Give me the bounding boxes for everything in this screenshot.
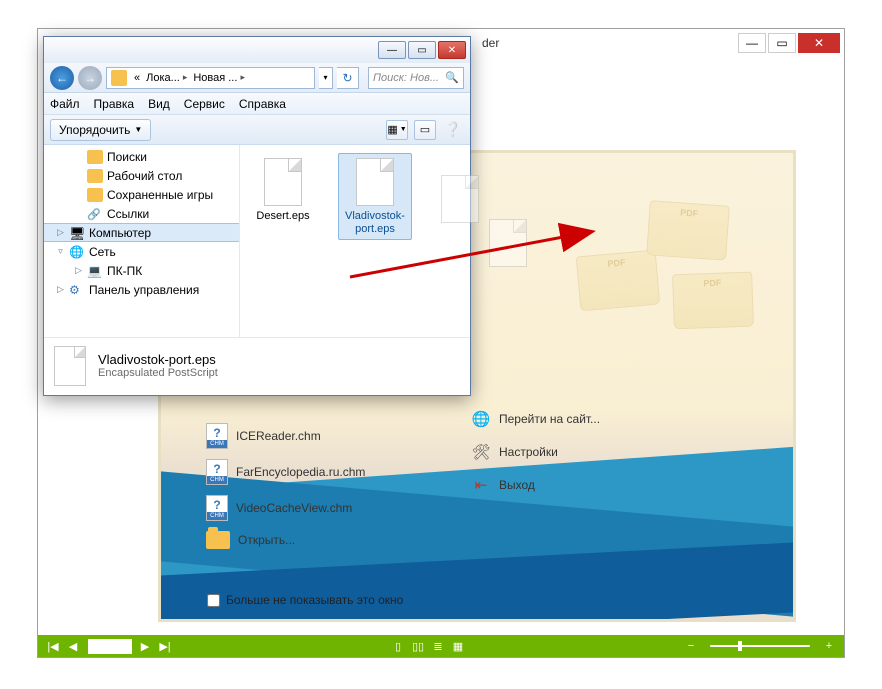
menu-tools[interactable]: Сервис xyxy=(184,97,225,111)
recent-item-label: VideoCacheView.chm xyxy=(236,501,352,515)
dont-show-label: Больше не показывать это окно xyxy=(226,593,403,607)
file-item-vladivostok[interactable]: Vladivostok-port.eps xyxy=(338,153,412,240)
minimize-button[interactable]: — xyxy=(378,41,406,59)
details-pane: Vladivostok-port.eps Encapsulated PostSc… xyxy=(44,337,470,393)
tree-node-desktop[interactable]: Рабочий стол xyxy=(44,166,239,185)
open-file-item[interactable]: Открыть... xyxy=(206,531,365,549)
organize-button[interactable]: Упорядочить ▼ xyxy=(50,119,151,141)
reader-toolbar: |◀ ◀ ▶ ▶| ▯ ▯▯ ≣ ▦ − + xyxy=(38,635,844,657)
globe-icon: 🌐 xyxy=(471,409,491,429)
action-label: Перейти на сайт... xyxy=(499,412,600,426)
organize-label: Упорядочить xyxy=(59,123,130,137)
tree-node-savedgames[interactable]: Сохраненные игры xyxy=(44,185,239,204)
actions-list: 🌐 Перейти на сайт... 🛠 Настройки ⇤ Выход xyxy=(471,409,600,495)
file-item-desert[interactable]: Desert.eps xyxy=(246,153,320,240)
menu-file[interactable]: Файл xyxy=(50,97,80,111)
chm-icon xyxy=(206,423,228,449)
file-label: Desert.eps xyxy=(256,210,309,223)
action-label: Настройки xyxy=(499,445,558,459)
nav-tree[interactable]: Поиски Рабочий стол Сохраненные игры Ссы… xyxy=(44,145,240,337)
tree-node-links[interactable]: Ссылки xyxy=(44,204,239,223)
details-file-type: Encapsulated PostScript xyxy=(98,367,218,379)
file-list[interactable]: Desert.eps Vladivostok-port.eps xyxy=(240,145,470,337)
dont-show-checkbox-row[interactable]: Больше не показывать это окно xyxy=(207,593,403,607)
chevron-down-icon: ▼ xyxy=(134,125,142,134)
action-website[interactable]: 🌐 Перейти на сайт... xyxy=(471,409,600,429)
tree-node-computer[interactable]: ▷Компьютер xyxy=(44,223,239,242)
exit-icon: ⇤ xyxy=(471,475,491,495)
page-number-input[interactable] xyxy=(88,639,132,654)
explorer-commandbar: Упорядочить ▼ ▦▼ ▭ ❔ xyxy=(44,115,470,145)
menu-edit[interactable]: Правка xyxy=(94,97,135,111)
folder-open-icon xyxy=(206,531,230,549)
tree-node-control-panel[interactable]: ▷Панель управления xyxy=(44,280,239,299)
nav-forward-button[interactable]: → xyxy=(78,66,102,90)
chm-icon xyxy=(206,459,228,485)
tree-node-pcpc[interactable]: ▷ПК-ПК xyxy=(44,261,239,280)
recent-item-label: FarEncyclopedia.ru.chm xyxy=(236,465,365,479)
address-bar[interactable]: « Лока...▸ Новая ...▸ xyxy=(106,67,315,89)
first-page-button[interactable]: |◀ xyxy=(44,638,62,654)
view-mode-button[interactable]: ▦▼ xyxy=(386,120,408,140)
maximize-button[interactable]: ▭ xyxy=(408,41,436,59)
chm-icon xyxy=(206,495,228,521)
explorer-navbar: ← → « Лока...▸ Новая ...▸ ▾ ↻ Поиск: Нов… xyxy=(44,63,470,93)
dont-show-checkbox[interactable] xyxy=(207,594,220,607)
recent-item-farencyclopedia[interactable]: FarEncyclopedia.ru.chm xyxy=(206,459,365,485)
recent-item-label: ICEReader.chm xyxy=(236,429,321,443)
action-exit[interactable]: ⇤ Выход xyxy=(471,475,600,495)
action-label: Выход xyxy=(499,478,535,492)
maximize-button[interactable]: ▭ xyxy=(768,33,796,53)
action-settings[interactable]: 🛠 Настройки xyxy=(471,442,600,462)
recent-item-icereader[interactable]: ICEReader.chm xyxy=(206,423,365,449)
explorer-menubar: Файл Правка Вид Сервис Справка xyxy=(44,93,470,115)
tree-node-network[interactable]: ▿Сеть xyxy=(44,242,239,261)
pdf-books-art xyxy=(613,193,763,313)
details-file-name: Vladivostok-port.eps xyxy=(98,352,218,367)
nav-back-button[interactable]: ← xyxy=(50,66,74,90)
reader-window-controls: — ▭ ✕ xyxy=(736,33,840,53)
zoom-slider[interactable] xyxy=(710,645,810,647)
layout-double-button[interactable]: ▯▯ xyxy=(409,638,427,654)
gear-icon: 🛠 xyxy=(471,442,491,462)
breadcrumb-segment[interactable]: Новая ...▸ xyxy=(190,72,248,84)
breadcrumb-overflow[interactable]: « xyxy=(131,72,143,84)
layout-single-button[interactable]: ▯ xyxy=(389,638,407,654)
tree-node-search[interactable]: Поиски xyxy=(44,147,239,166)
search-placeholder: Поиск: Нов... xyxy=(373,72,439,84)
explorer-titlebar: — ▭ ✕ xyxy=(44,37,470,63)
folder-icon xyxy=(111,70,127,86)
zoom-in-button[interactable]: + xyxy=(820,638,838,654)
explorer-window: — ▭ ✕ ← → « Лока...▸ Новая ...▸ ▾ ↻ Поис… xyxy=(43,36,471,396)
file-icon xyxy=(356,158,394,206)
help-button[interactable]: ❔ xyxy=(442,120,464,140)
details-file-icon xyxy=(54,346,86,386)
search-icon: 🔍 xyxy=(445,71,459,84)
preview-pane-button[interactable]: ▭ xyxy=(414,120,436,140)
explorer-body: Поиски Рабочий стол Сохраненные игры Ссы… xyxy=(44,145,470,337)
breadcrumb-segment[interactable]: Лока...▸ xyxy=(143,72,190,84)
menu-view[interactable]: Вид xyxy=(148,97,170,111)
search-input[interactable]: Поиск: Нов... 🔍 xyxy=(368,67,464,89)
minimize-button[interactable]: — xyxy=(738,33,766,53)
zoom-out-button[interactable]: − xyxy=(682,638,700,654)
refresh-button[interactable]: ↻ xyxy=(337,67,359,89)
file-icon xyxy=(264,158,302,206)
menu-help[interactable]: Справка xyxy=(239,97,286,111)
layout-grid-button[interactable]: ▦ xyxy=(449,638,467,654)
file-label: Vladivostok-port.eps xyxy=(341,210,409,235)
close-button[interactable]: ✕ xyxy=(438,41,466,59)
recent-files-list: ICEReader.chm FarEncyclopedia.ru.chm Vid… xyxy=(206,423,365,549)
close-button[interactable]: ✕ xyxy=(798,33,840,53)
layout-continuous-button[interactable]: ≣ xyxy=(429,638,447,654)
last-page-button[interactable]: ▶| xyxy=(156,638,174,654)
recent-item-videocacheview[interactable]: VideoCacheView.chm xyxy=(206,495,365,521)
addr-dropdown-button[interactable]: ▾ xyxy=(319,67,333,89)
prev-page-button[interactable]: ◀ xyxy=(64,638,82,654)
next-page-button[interactable]: ▶ xyxy=(136,638,154,654)
open-label: Открыть... xyxy=(238,533,295,547)
